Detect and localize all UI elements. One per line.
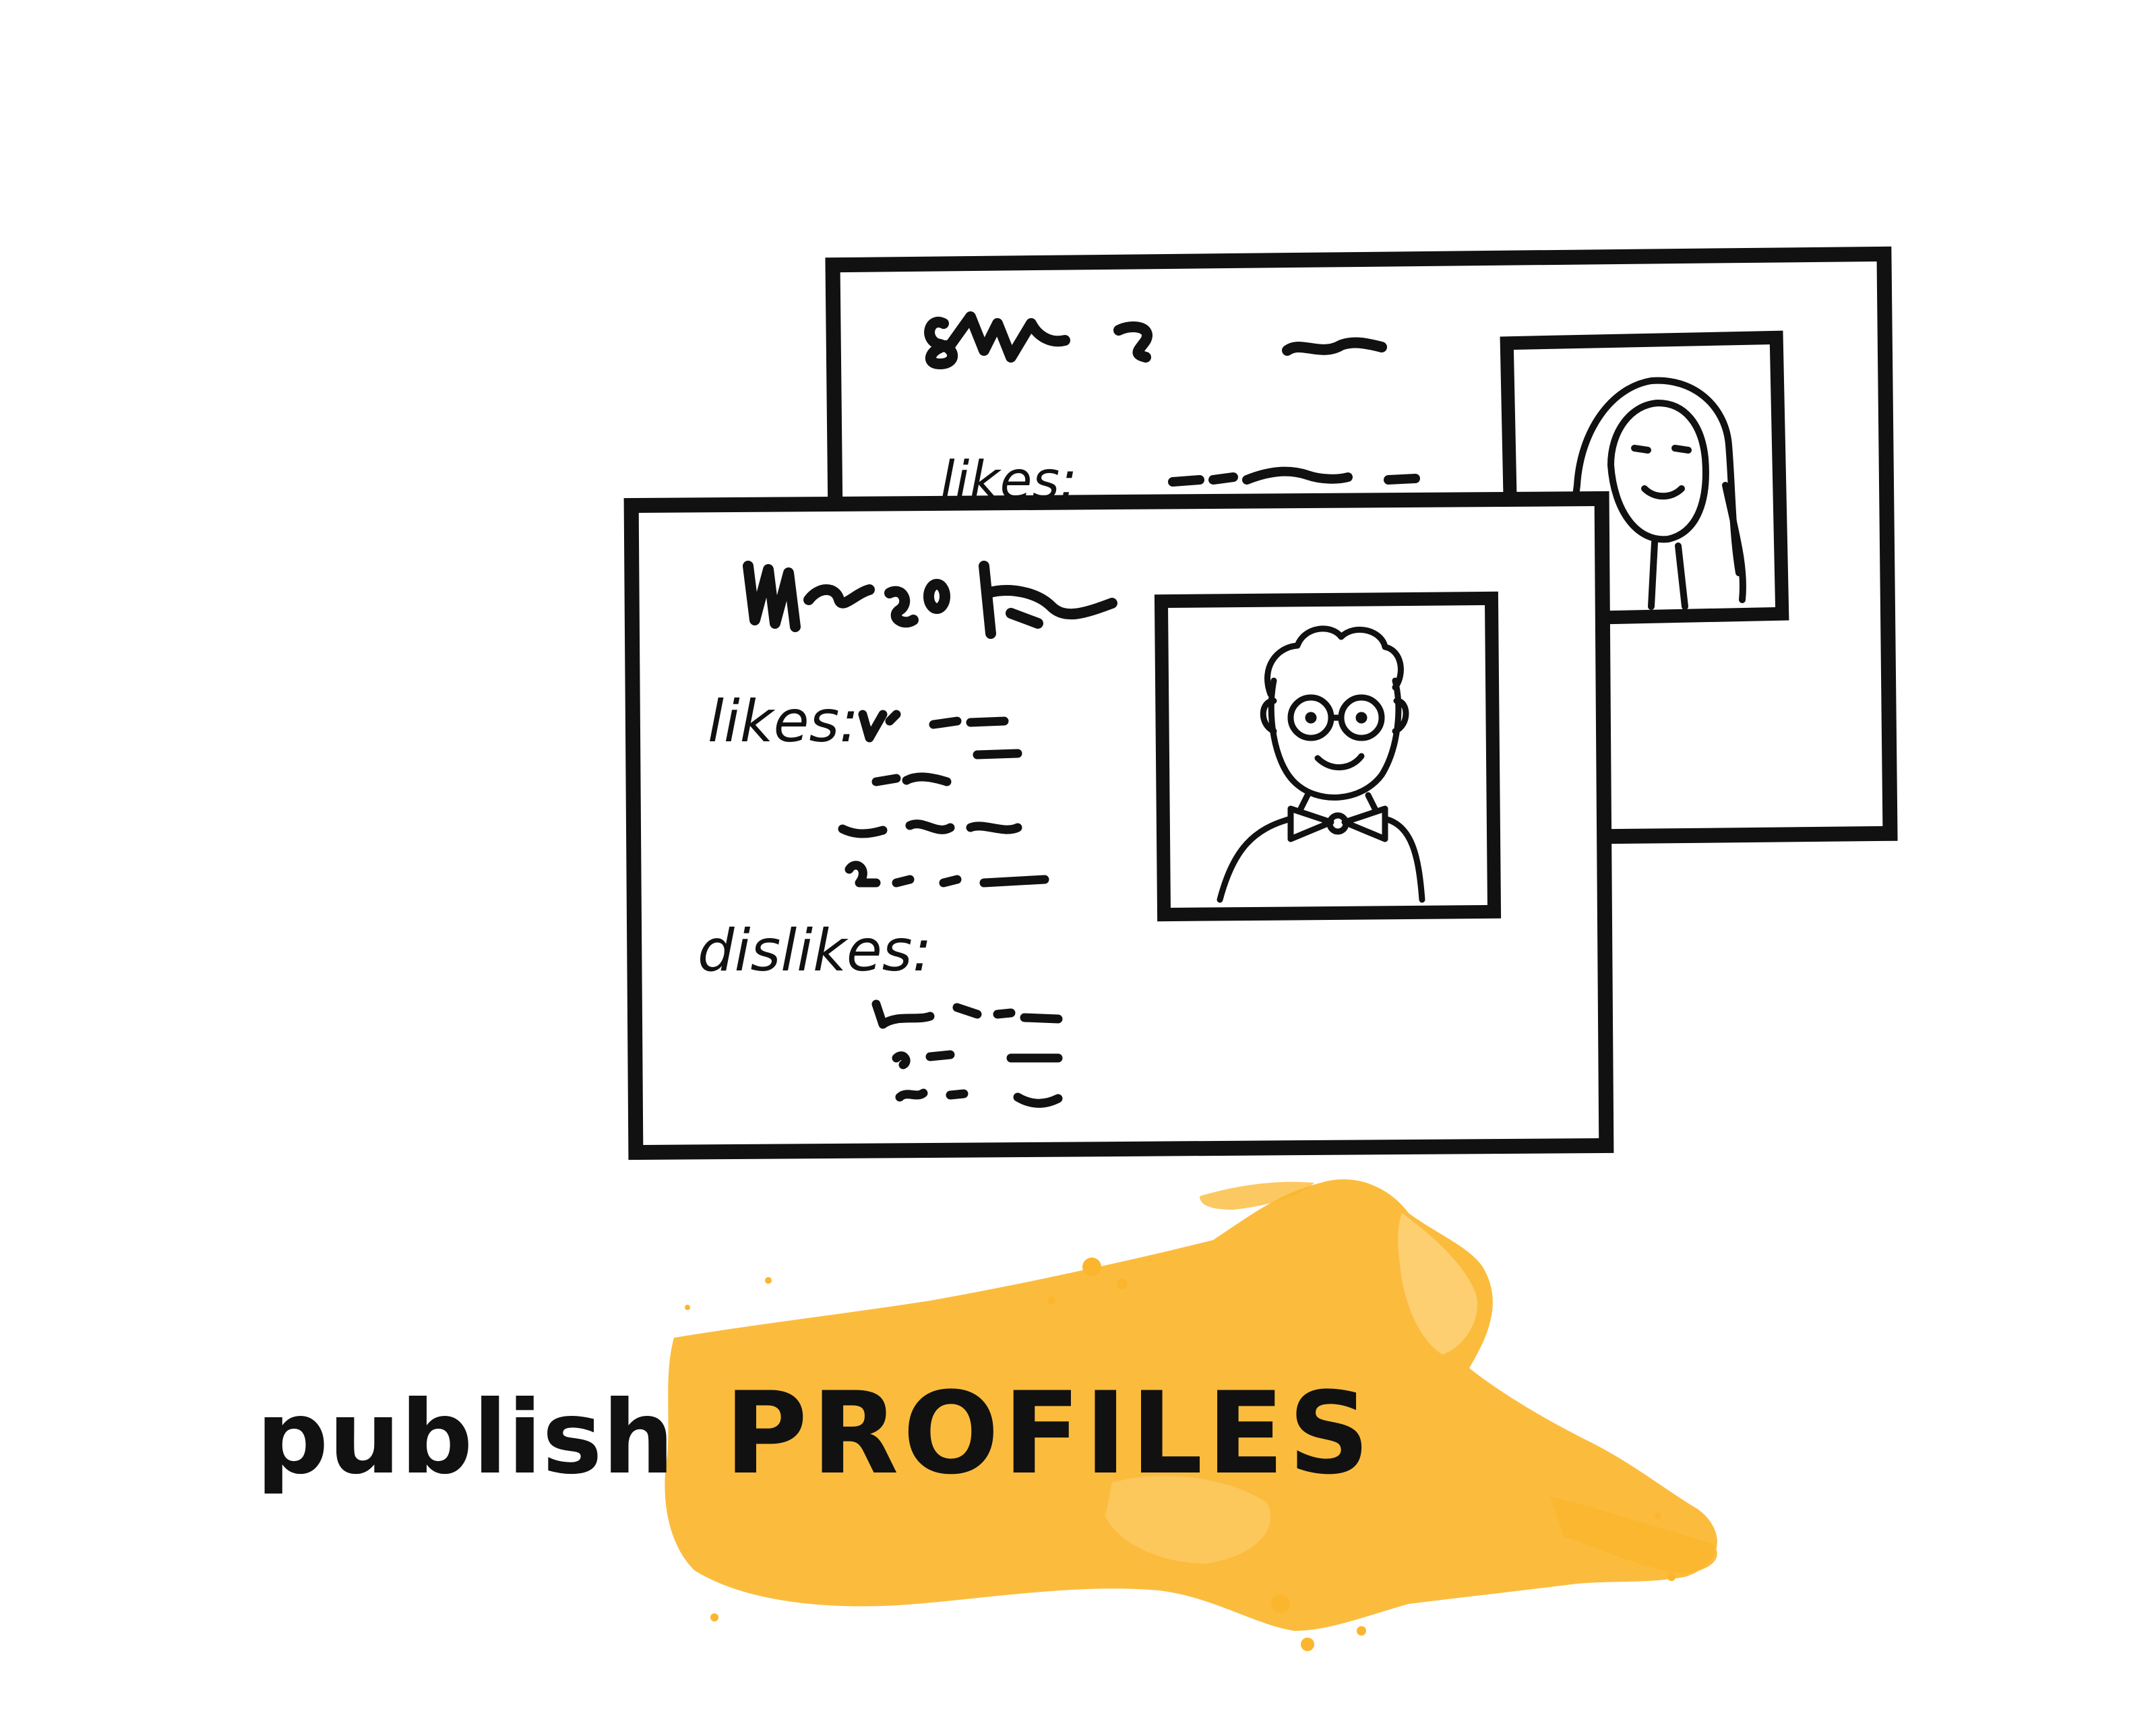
splash-drop xyxy=(1082,1258,1101,1276)
splash-drop xyxy=(1301,1638,1314,1651)
front-card-likes-label: likes: xyxy=(708,688,859,755)
caption-profiles: PROFILES xyxy=(725,1367,1374,1499)
front-card-photo-frame xyxy=(1154,591,1502,922)
publish-profiles-illustration: likes: likes: dislikes: publish PROFILES xyxy=(256,246,1898,1651)
splash-drop xyxy=(765,1277,772,1284)
caption-publish: publish xyxy=(256,1380,674,1497)
splash-drop xyxy=(1667,1573,1676,1581)
splash-drop xyxy=(1271,1594,1290,1613)
splash-drop xyxy=(1655,1513,1661,1520)
splash-drop xyxy=(1357,1626,1366,1636)
splash-drop xyxy=(1047,1297,1055,1305)
front-profile-card: likes: dislikes: xyxy=(623,491,1614,1160)
splash-drop xyxy=(1117,1278,1128,1289)
splash-drop xyxy=(685,1305,690,1310)
front-card-dislikes-label: dislikes: xyxy=(698,917,932,985)
splash-drop xyxy=(710,1613,718,1621)
